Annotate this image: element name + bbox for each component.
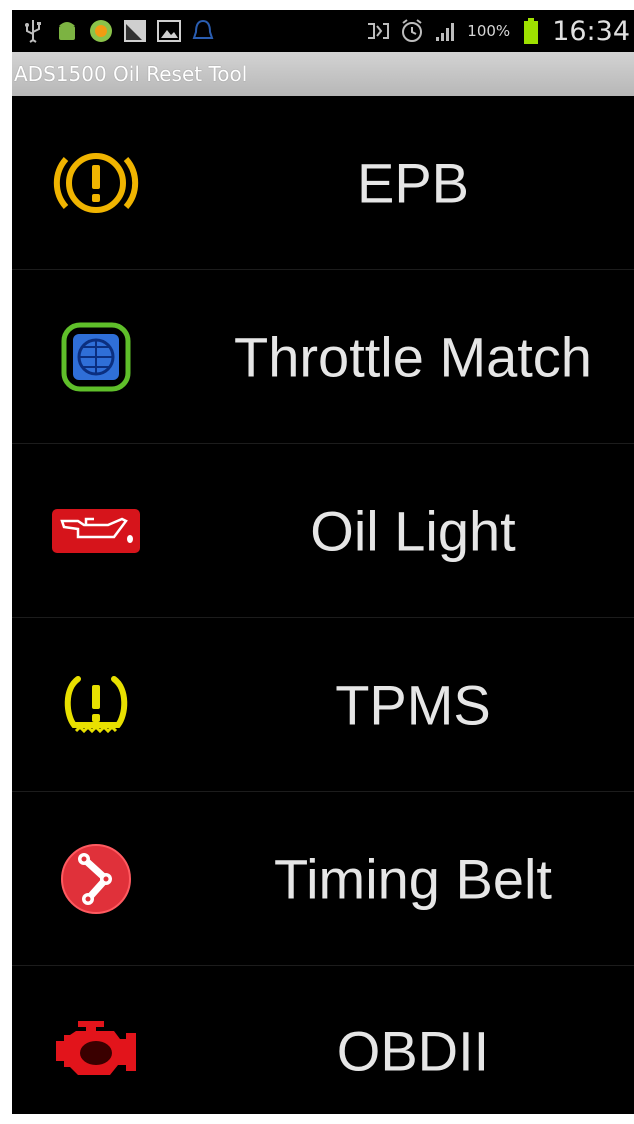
nfc-icon (365, 18, 391, 44)
battery-icon (518, 18, 544, 44)
title-bar: ADS1500 Oil Reset Tool (12, 52, 634, 96)
menu-item-label: OBDII (336, 1019, 490, 1083)
menu-item-obdii[interactable]: OBDII (12, 966, 634, 1114)
engine-icon (48, 1011, 144, 1091)
timing-belt-icon (48, 839, 144, 919)
alarm-icon (399, 18, 425, 44)
menu-item-label: Timing Belt (273, 847, 552, 910)
throttle-icon (48, 317, 144, 397)
menu-item-label: TPMS (335, 673, 491, 736)
menu-item-epb[interactable]: EPB (12, 96, 634, 270)
usb-icon (20, 18, 46, 44)
photo-icon (122, 18, 148, 44)
menu-item-label: Throttle Match (234, 325, 592, 388)
app-screen: 100% 16:34 ADS1500 Oil Reset Tool EPB Th… (12, 10, 634, 1114)
gallery-icon (156, 18, 182, 44)
tpms-icon (48, 665, 144, 745)
function-menu: EPB Throttle Match Oil Light TPMS Timing… (12, 96, 634, 1114)
menu-item-label: Oil Light (310, 499, 516, 562)
menu-item-label: EPB (356, 151, 470, 214)
android-icon (54, 18, 80, 44)
status-bar: 100% 16:34 (12, 10, 634, 52)
menu-item-oil-light[interactable]: Oil Light (12, 444, 634, 618)
signal-icon (433, 18, 459, 44)
battery-percent: 100% (467, 22, 511, 40)
menu-item-timing-belt[interactable]: Timing Belt (12, 792, 634, 966)
oil-can-icon (48, 491, 144, 571)
menu-item-tpms[interactable]: TPMS (12, 618, 634, 792)
menu-item-throttle-match[interactable]: Throttle Match (12, 270, 634, 444)
epb-warning-icon (48, 143, 144, 223)
notification-icon (190, 18, 216, 44)
app-title: ADS1500 Oil Reset Tool (14, 62, 248, 86)
status-time: 16:34 (552, 15, 630, 47)
sync-icon (88, 18, 114, 44)
